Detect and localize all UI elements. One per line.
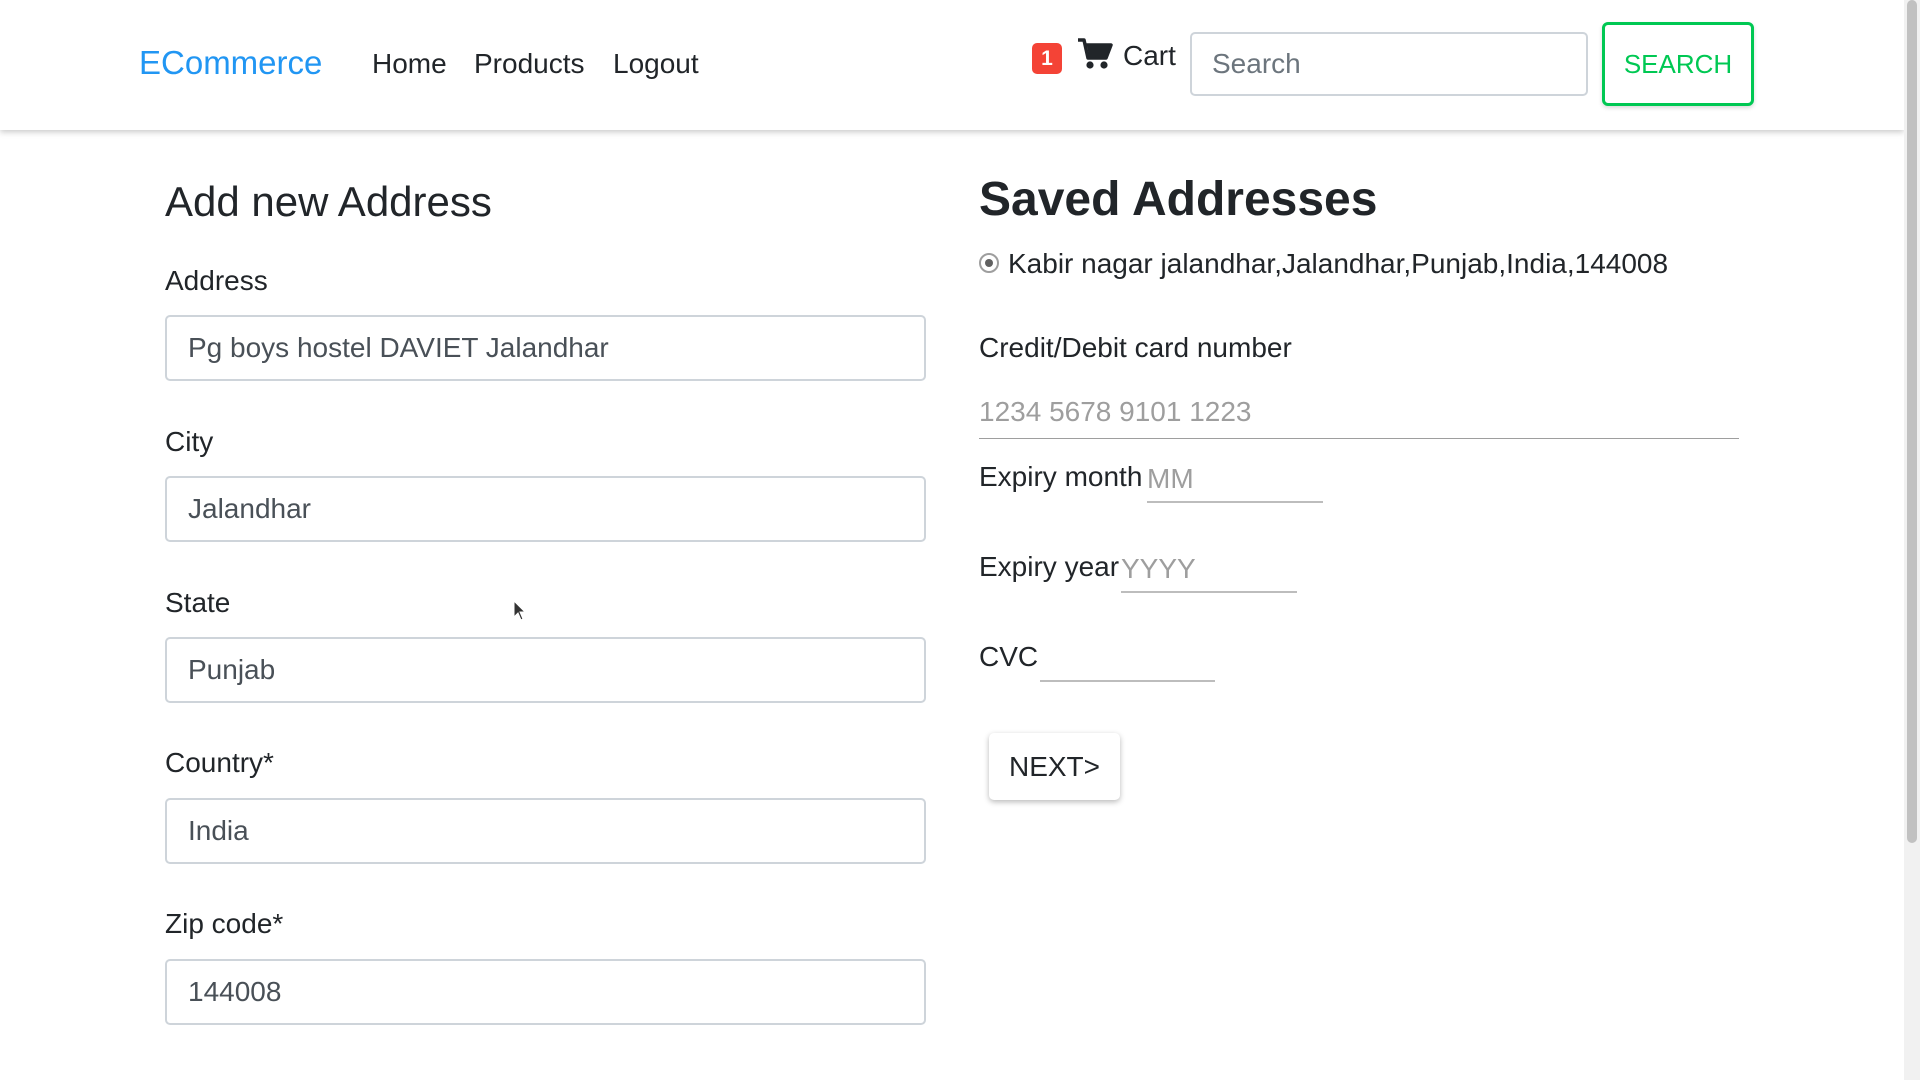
expiry-month-input[interactable]: [1147, 457, 1323, 503]
expiry-year-input[interactable]: [1121, 547, 1297, 593]
cart-link[interactable]: Cart: [1123, 40, 1176, 72]
next-button[interactable]: NEXT>: [989, 733, 1120, 800]
address-field[interactable]: [165, 315, 926, 381]
nav-products-link[interactable]: Products: [474, 48, 585, 80]
city-field[interactable]: [165, 476, 926, 542]
expiry-year-label: Expiry year: [979, 551, 1120, 582]
state-label: State: [165, 587, 231, 618]
cvc-input[interactable]: [1040, 636, 1215, 682]
page-scrollbar[interactable]: [1904, 0, 1920, 1080]
zip-code-label: Zip code*: [165, 908, 284, 939]
search-input[interactable]: [1190, 32, 1588, 96]
country-field[interactable]: [165, 798, 926, 864]
page-viewport: ECommerce Home Products Logout 1 Cart SE…: [0, 0, 1904, 1080]
expiry-month-label: Expiry month: [979, 461, 1143, 492]
zip-code-field[interactable]: [165, 959, 926, 1025]
card-number-input[interactable]: [979, 386, 1739, 439]
nav-logout-link[interactable]: Logout: [613, 48, 699, 80]
scrollbar-thumb[interactable]: [1907, 0, 1917, 843]
country-label: Country*: [165, 747, 274, 778]
brand-logo[interactable]: ECommerce: [139, 44, 322, 82]
city-label: City: [165, 426, 214, 457]
add-address-title: Add new Address: [165, 178, 492, 225]
mouse-cursor-icon: [513, 600, 527, 621]
address-label: Address: [165, 265, 268, 296]
cart-count-badge[interactable]: 1: [1032, 43, 1062, 74]
search-button[interactable]: SEARCH: [1602, 22, 1754, 106]
state-field[interactable]: [165, 637, 926, 703]
saved-address-radio[interactable]: [979, 253, 999, 273]
shopping-cart-icon[interactable]: [1077, 37, 1113, 71]
cvc-label: CVC: [979, 641, 1039, 672]
saved-addresses-title: Saved Addresses: [979, 173, 1378, 226]
saved-address-label[interactable]: Kabir nagar jalandhar,Jalandhar,Punjab,I…: [1008, 248, 1668, 280]
nav-home-link[interactable]: Home: [372, 48, 447, 80]
top-navbar: ECommerce Home Products Logout 1 Cart SE…: [0, 0, 1904, 130]
card-number-label: Credit/Debit card number: [979, 332, 1292, 363]
